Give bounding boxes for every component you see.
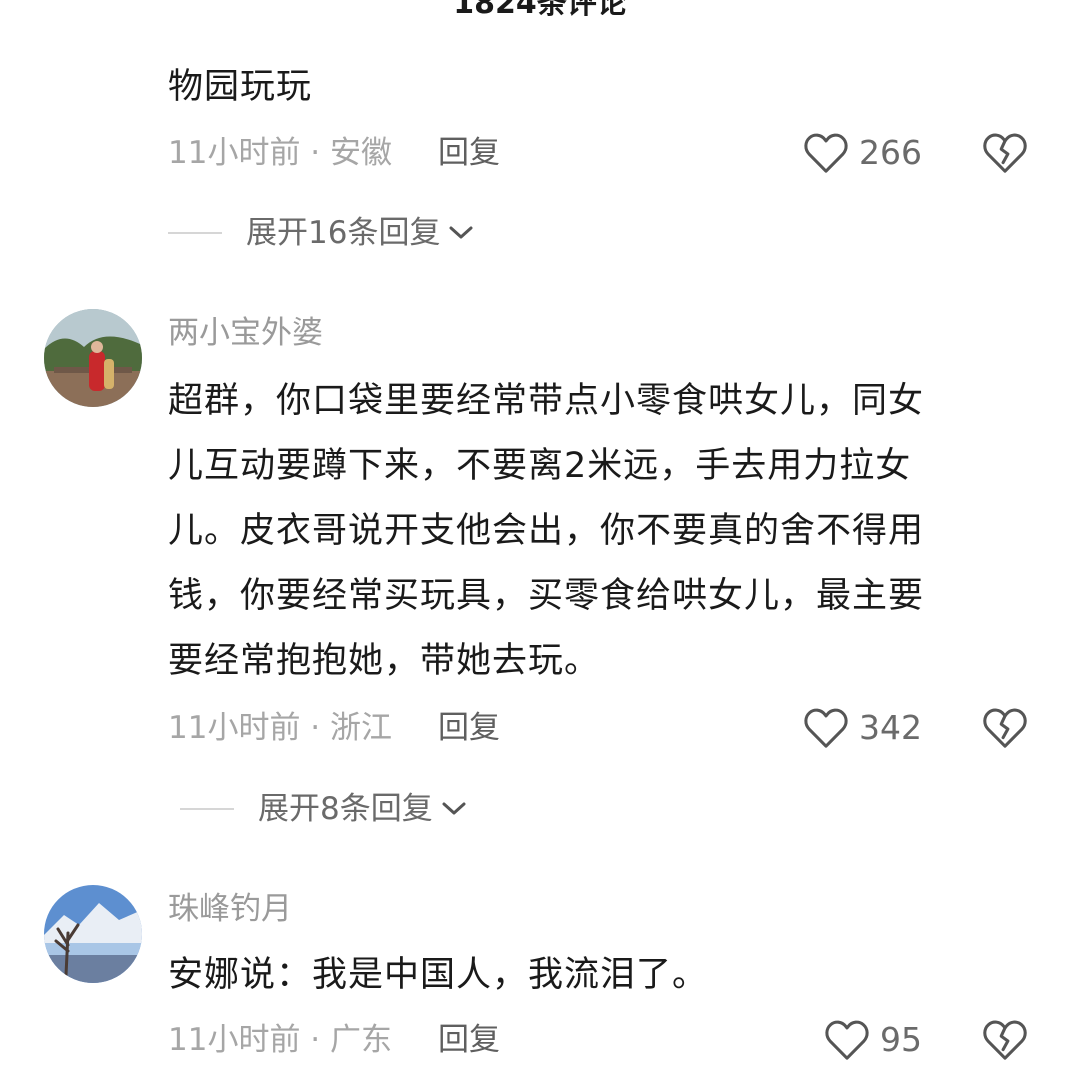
avatar-photo-icon xyxy=(44,309,142,407)
comment-text-line: 钱，你要经常买玩具，买零食给哄女儿，最主要 xyxy=(168,576,925,616)
like-button[interactable]: 95 xyxy=(824,1015,922,1065)
user-avatar[interactable] xyxy=(44,885,142,983)
user-avatar[interactable] xyxy=(44,309,142,407)
comment-text: 超群，你口袋里要经常带点小零食哄女儿，同女 儿互动要蹲下来，不要离2米远，手去用… xyxy=(168,369,1040,694)
comment-meta: 11小时前 · 广东 回复 xyxy=(168,1020,500,1060)
broken-heart-icon[interactable] xyxy=(982,130,1028,176)
chevron-down-icon xyxy=(442,802,466,815)
comment-time-location: 11小时前 · 浙江 xyxy=(168,710,393,746)
expand-replies-label: 展开8条回复 xyxy=(258,791,433,827)
heart-outline-icon xyxy=(825,1020,869,1060)
comment-text-line: 儿。皮衣哥说开支他会出，你不要真的舍不得用 xyxy=(168,511,925,551)
expand-replies-label: 展开16条回复 xyxy=(246,215,441,251)
like-button[interactable]: 266 xyxy=(803,128,922,178)
reply-button[interactable]: 回复 xyxy=(438,710,500,746)
comment-text: 物园玩玩 xyxy=(168,67,313,107)
heart-outline-icon xyxy=(804,708,848,748)
comment-meta: 11小时前 · 浙江 回复 xyxy=(168,708,500,748)
divider xyxy=(168,232,222,234)
chevron-down-icon xyxy=(449,226,473,239)
avatar-photo-icon xyxy=(44,885,142,983)
expand-replies-button[interactable]: 展开16条回复 xyxy=(168,213,474,253)
heart-outline-icon xyxy=(804,133,848,173)
comment-time-location: 11小时前 · 安徽 xyxy=(168,135,393,171)
username[interactable]: 珠峰钓月 xyxy=(168,889,292,929)
comment-text-line: 超群，你口袋里要经常带点小零食哄女儿，同女 xyxy=(168,381,925,421)
like-button[interactable]: 342 xyxy=(803,703,922,753)
comment-count-header: 1824条评论 xyxy=(453,0,627,21)
divider xyxy=(180,808,234,810)
broken-heart-icon[interactable] xyxy=(982,1017,1028,1063)
like-count: 95 xyxy=(880,1020,922,1059)
comment-meta: 11小时前 · 安徽 回复 xyxy=(168,133,500,173)
comment-time-location: 11小时前 · 广东 xyxy=(168,1022,393,1058)
like-count: 266 xyxy=(859,133,922,172)
like-count: 342 xyxy=(859,708,922,747)
comment-text-line: 要经常抱抱她，带她去玩。 xyxy=(168,641,601,681)
reply-button[interactable]: 回复 xyxy=(438,1022,500,1058)
comment-text-line: 儿互动要蹲下来，不要离2米远，手去用力拉女 xyxy=(168,446,912,486)
expand-replies-button[interactable]: 展开8条回复 xyxy=(180,789,467,829)
username[interactable]: 两小宝外婆 xyxy=(168,313,323,353)
broken-heart-icon[interactable] xyxy=(982,705,1028,751)
comment-text: 安娜说：我是中国人，我流泪了。 xyxy=(168,955,709,995)
reply-button[interactable]: 回复 xyxy=(438,135,500,171)
